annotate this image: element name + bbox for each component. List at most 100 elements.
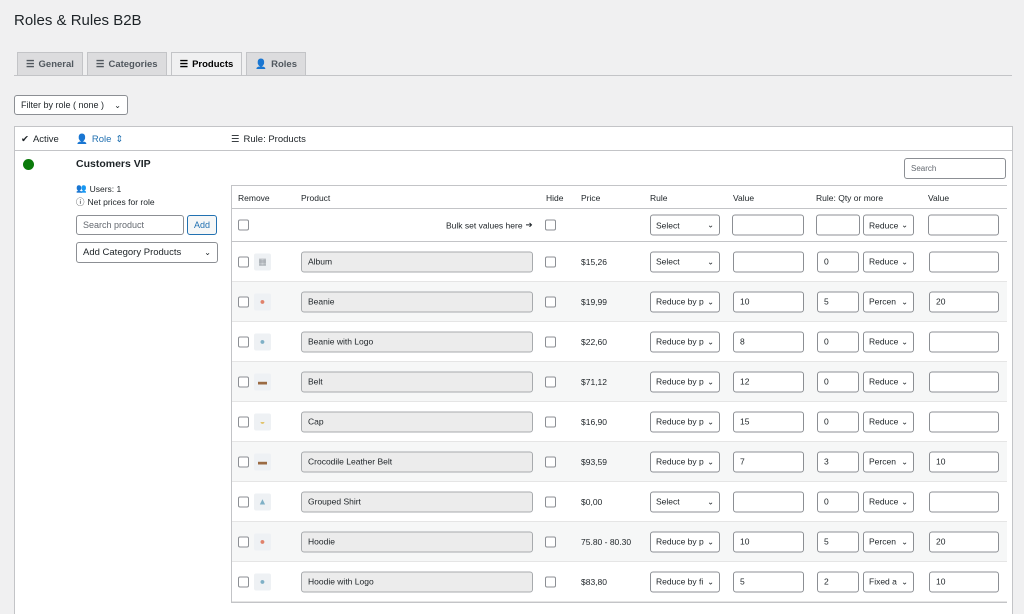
- table-row: ▦ Album $15,26 Select ⌄ 0 Reduce ⌄: [232, 242, 1007, 282]
- value2-input[interactable]: [929, 251, 999, 272]
- remove-checkbox[interactable]: [238, 416, 249, 427]
- rule-value: Reduce by fi: [656, 576, 704, 587]
- bulk-rule-select[interactable]: Select ⌄: [650, 214, 720, 236]
- value-input[interactable]: 12: [733, 371, 804, 392]
- role-sort-header[interactable]: 👤 Role ⇕: [76, 134, 123, 145]
- role-name: Customers VIP: [76, 158, 151, 170]
- value-input[interactable]: 8: [733, 331, 804, 352]
- rule-select[interactable]: Select ⌄: [650, 491, 720, 512]
- bulk-qty-rule-select[interactable]: Reduce ⌄: [863, 214, 914, 236]
- rule-select[interactable]: Reduce by p ⌄: [650, 411, 720, 432]
- value2-input[interactable]: [929, 411, 999, 432]
- product-name-field[interactable]: Crocodile Leather Belt: [301, 451, 533, 472]
- hide-checkbox[interactable]: [545, 576, 556, 587]
- value-input[interactable]: 5: [733, 571, 804, 592]
- bulk-row: Bulk set values here ➔ Select ⌄ Reduce ⌄: [232, 209, 1007, 242]
- qty-rule-select[interactable]: Reduce ⌄: [863, 491, 914, 512]
- rule-select[interactable]: Reduce by p ⌄: [650, 291, 720, 312]
- bulk-value-input[interactable]: [732, 214, 804, 236]
- qty-input[interactable]: 0: [817, 251, 859, 272]
- value2-input[interactable]: 20: [929, 531, 999, 552]
- value-input[interactable]: [733, 491, 804, 512]
- hide-checkbox[interactable]: [545, 336, 556, 347]
- product-name-field[interactable]: Hoodie with Logo: [301, 571, 533, 592]
- hide-checkbox[interactable]: [545, 536, 556, 547]
- qty-input[interactable]: 5: [817, 531, 859, 552]
- hide-checkbox[interactable]: [545, 456, 556, 467]
- tab-general[interactable]: ☰ General: [17, 52, 83, 75]
- rule-select[interactable]: Reduce by p ⌄: [650, 531, 720, 552]
- qty-input[interactable]: 0: [817, 491, 859, 512]
- product-name-field[interactable]: Hoodie: [301, 531, 533, 552]
- hide-checkbox[interactable]: [545, 256, 556, 267]
- qty-rule-select[interactable]: Reduce ⌄: [863, 371, 914, 392]
- remove-checkbox[interactable]: [238, 576, 249, 587]
- remove-checkbox[interactable]: [238, 336, 249, 347]
- rule-select[interactable]: Reduce by p ⌄: [650, 331, 720, 352]
- bulk-qty-input[interactable]: [816, 214, 860, 236]
- search-input[interactable]: Search: [904, 158, 1006, 179]
- value-input[interactable]: 7: [733, 451, 804, 472]
- value-input[interactable]: [733, 251, 804, 272]
- hide-checkbox[interactable]: [545, 296, 556, 307]
- qty-rule-select[interactable]: Reduce ⌄: [863, 331, 914, 352]
- bulk-hide-checkbox[interactable]: [545, 219, 556, 231]
- product-name-field[interactable]: Grouped Shirt: [301, 491, 533, 512]
- add-product-button[interactable]: Add: [187, 215, 217, 235]
- qty-input[interactable]: 5: [817, 291, 859, 312]
- remove-checkbox[interactable]: [238, 376, 249, 387]
- remove-checkbox[interactable]: [238, 256, 249, 267]
- qty-input[interactable]: 0: [817, 411, 859, 432]
- add-category-select[interactable]: Add Category Products ⌄: [76, 242, 218, 263]
- qty-rule-select[interactable]: Reduce ⌄: [863, 411, 914, 432]
- value2-input[interactable]: [929, 331, 999, 352]
- rule-select[interactable]: Reduce by fi ⌄: [650, 571, 720, 592]
- bulk-value2-input[interactable]: [928, 214, 999, 236]
- qty-rule-select[interactable]: Fixed a ⌄: [863, 571, 914, 592]
- product-name-field[interactable]: Beanie: [301, 291, 533, 312]
- remove-checkbox[interactable]: [238, 536, 249, 547]
- value2-input[interactable]: [929, 491, 999, 512]
- tab-roles[interactable]: 👤 Roles: [246, 52, 306, 75]
- qty-rule-select[interactable]: Percen ⌄: [863, 451, 914, 472]
- qty-input[interactable]: 3: [817, 451, 859, 472]
- qty-input[interactable]: 2: [817, 571, 859, 592]
- filter-role-select[interactable]: Filter by role ( none ) ⌄: [14, 95, 128, 115]
- value-input[interactable]: 10: [733, 531, 804, 552]
- hide-checkbox[interactable]: [545, 416, 556, 427]
- remove-checkbox[interactable]: [238, 496, 249, 507]
- remove-checkbox[interactable]: [238, 296, 249, 307]
- value-input[interactable]: 15: [733, 411, 804, 432]
- value2-input[interactable]: 20: [929, 291, 999, 312]
- value2-input[interactable]: 10: [929, 571, 999, 592]
- col-value2: Value: [928, 193, 950, 203]
- sliders-icon: ☰: [26, 58, 35, 70]
- qty-rule-select[interactable]: Percen ⌄: [863, 531, 914, 552]
- remove-checkbox[interactable]: [238, 456, 249, 467]
- table-row: ▬ Belt $71,12 Reduce by p ⌄ 12 0 Reduce …: [232, 362, 1007, 402]
- value2-input[interactable]: [929, 371, 999, 392]
- rules-panel: ✔ Active 👤 Role ⇕ ☰ Rule: Products Custo…: [14, 126, 1013, 614]
- tab-products[interactable]: ☰ Products: [170, 52, 243, 76]
- product-name-field[interactable]: Cap: [301, 411, 533, 432]
- value-input[interactable]: 10: [733, 291, 804, 312]
- qty-input[interactable]: 0: [817, 371, 859, 392]
- rule-select[interactable]: Select ⌄: [650, 251, 720, 272]
- tab-label: Categories: [108, 58, 158, 70]
- product-name-field[interactable]: Album: [301, 251, 533, 272]
- bulk-remove-checkbox[interactable]: [238, 219, 249, 231]
- rule-select[interactable]: Reduce by p ⌄: [650, 371, 720, 392]
- qty-rule-select[interactable]: Reduce ⌄: [863, 251, 914, 272]
- product-rows: ▦ Album $15,26 Select ⌄ 0 Reduce ⌄ ● Bea…: [232, 242, 1007, 602]
- chevron-down-icon: ⌄: [707, 537, 714, 546]
- search-product-input[interactable]: Search product: [76, 215, 184, 235]
- value2-input[interactable]: 10: [929, 451, 999, 472]
- tab-categories[interactable]: ☰ Categories: [86, 52, 167, 75]
- hide-checkbox[interactable]: [545, 376, 556, 387]
- qty-rule-select[interactable]: Percen ⌄: [863, 291, 914, 312]
- qty-input[interactable]: 0: [817, 331, 859, 352]
- product-name-field[interactable]: Belt: [301, 371, 533, 392]
- rule-select[interactable]: Reduce by p ⌄: [650, 451, 720, 472]
- hide-checkbox[interactable]: [545, 496, 556, 507]
- product-name-field[interactable]: Beanie with Logo: [301, 331, 533, 352]
